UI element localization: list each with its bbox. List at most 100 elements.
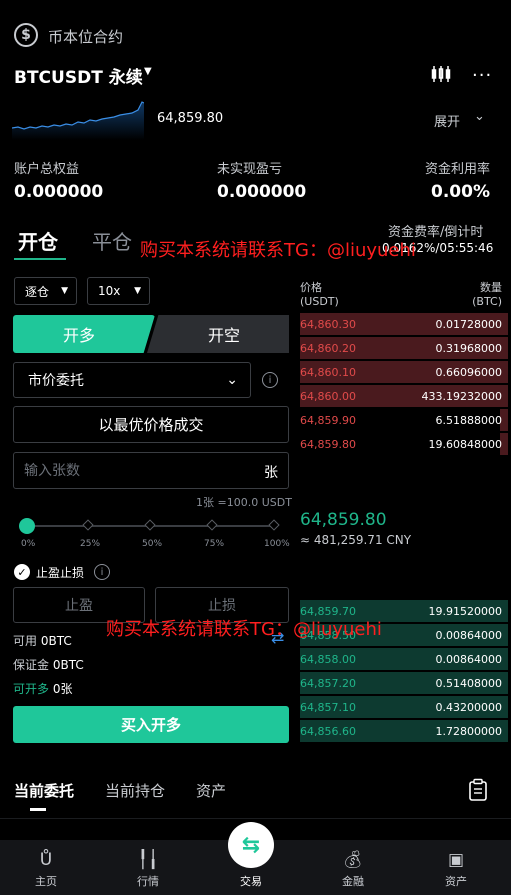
bid-qty: 0.00864000: [435, 653, 502, 666]
bid-qty: 1.72800000: [435, 725, 502, 738]
can-open-label: 可开多: [13, 682, 50, 696]
bid-price: 64,857.10: [300, 701, 356, 714]
price-sparkline: [12, 101, 144, 140]
dollar-circle-icon: $: [14, 23, 38, 47]
can-open-row: 可开多 0张: [13, 680, 72, 697]
tab-close-position[interactable]: 平仓: [92, 226, 132, 255]
divider: [0, 818, 511, 819]
slider-mark-75[interactable]: [206, 519, 218, 531]
leverage-value: 10x: [98, 284, 121, 298]
ask-price: 64,860.10: [300, 366, 356, 379]
watermark: 购买本系统请联系TG：@liuyuehi: [106, 619, 382, 640]
ask-row[interactable]: 64,859.80 19.60848000: [300, 433, 508, 455]
candlestick-icon[interactable]: [431, 64, 451, 84]
clipboard-icon[interactable]: [468, 778, 488, 802]
open-short-tab[interactable]: 开空: [147, 315, 289, 353]
ask-row[interactable]: 64,860.10 0.66096000: [300, 361, 508, 383]
slider-mark-100[interactable]: [268, 519, 280, 531]
mid-price-cny: ≈ 481,259.71 CNY: [300, 533, 412, 547]
nav-finance-label: 金融: [342, 875, 364, 888]
contract-size-note: 1张 =100.0 USDT: [196, 496, 292, 509]
tab-current-orders[interactable]: 当前委托: [14, 780, 74, 801]
equity-label: 账户总权益: [14, 162, 80, 177]
ask-row[interactable]: 64,860.20 0.31968000: [300, 337, 508, 359]
available-row: 可用 0BTC: [13, 632, 72, 649]
more-icon[interactable]: ···: [472, 65, 492, 86]
buy-open-long-button[interactable]: 买入开多: [13, 706, 289, 743]
tab-open-position[interactable]: 开仓: [18, 226, 58, 255]
wallet-icon: ▣: [447, 850, 465, 870]
bid-qty: 0.43200000: [435, 701, 502, 714]
market-icon: ╿╽: [137, 850, 159, 870]
slider-label: 50%: [142, 539, 163, 549]
ask-qty: 19.60848000: [428, 438, 502, 451]
utilization-value: 0.00%: [431, 182, 490, 202]
ask-row[interactable]: 64,859.90 6.51888000: [300, 409, 508, 431]
open-long-tab[interactable]: 开多: [13, 315, 155, 353]
quantity-unit: 张: [264, 465, 278, 481]
ask-price: 64,859.80: [300, 438, 356, 451]
quantity-field[interactable]: 张: [13, 452, 289, 489]
pair-selector[interactable]: BTCUSDT 永续: [14, 63, 143, 88]
bid-row[interactable]: 64,857.10 0.43200000: [300, 696, 508, 718]
tab-positions[interactable]: 当前持仓: [105, 780, 165, 801]
nav-finance[interactable]: 💰︎ 金融: [303, 840, 403, 889]
unrealized-pnl-value: 0.000000: [217, 182, 307, 202]
slider-label: 25%: [80, 539, 101, 549]
best-price-button[interactable]: 以最优价格成交: [13, 406, 289, 443]
margin-mode-select[interactable]: 逐仓 ▼: [14, 277, 77, 305]
check-icon[interactable]: ✓: [14, 564, 30, 580]
bid-row[interactable]: 64,858.00 0.00864000: [300, 648, 508, 670]
utilization-label: 资金利用率: [424, 162, 490, 177]
ask-price: 64,859.90: [300, 414, 356, 427]
caret-down-icon: ▼: [134, 286, 141, 296]
ob-price-unit: (USDT): [300, 295, 339, 308]
slider-mark-50[interactable]: [144, 519, 156, 531]
bid-price: 64,857.20: [300, 677, 356, 690]
tab-assets[interactable]: 资产: [196, 780, 226, 801]
nav-market[interactable]: ╿╽ 行情: [98, 840, 198, 889]
order-type-select[interactable]: 市价委托 ⌄: [13, 362, 251, 398]
chevron-down-icon: ⌄: [226, 372, 238, 388]
chevron-down-icon[interactable]: ⌄: [474, 109, 485, 124]
info-icon[interactable]: i: [94, 564, 110, 580]
available-value: 0BTC: [40, 633, 72, 648]
nav-trade-label: 交易: [240, 875, 262, 888]
bid-row[interactable]: 64,857.20 0.51408000: [300, 672, 508, 694]
trade-icon[interactable]: ⇆: [228, 822, 274, 868]
ob-price-header: 价格 (USDT): [300, 279, 339, 308]
info-icon[interactable]: i: [262, 372, 278, 388]
expand-button[interactable]: 展开: [434, 111, 460, 130]
ask-row[interactable]: 64,860.00 433.19232000: [300, 385, 508, 407]
tab-underline: [30, 808, 46, 811]
watermark: 购买本系统请联系TG：@liuyuehi: [140, 240, 416, 261]
nav-home[interactable]: Ů 主页: [0, 840, 96, 889]
margin-mode-value: 逐仓: [25, 284, 50, 299]
caret-down-icon[interactable]: ▼: [144, 66, 152, 77]
ask-price: 64,860.30: [300, 318, 356, 331]
ob-qty-header: 数量 (BTC): [472, 279, 502, 308]
ask-row[interactable]: 64,860.30 0.01728000: [300, 313, 508, 335]
nav-market-label: 行情: [137, 875, 159, 888]
margin-value: 0BTC: [52, 657, 84, 672]
ob-qty-title: 数量: [480, 281, 502, 294]
ask-price: 64,860.00: [300, 390, 356, 403]
nav-home-label: 主页: [35, 875, 57, 888]
home-icon: Ů: [39, 850, 53, 870]
slider-mark-25[interactable]: [82, 519, 94, 531]
ask-qty: 0.66096000: [435, 366, 502, 379]
tpsl-label[interactable]: 止盈止损: [36, 564, 84, 581]
bid-price: 64,858.00: [300, 653, 356, 666]
bid-qty: 19.91520000: [428, 605, 502, 618]
slider-label: 100%: [264, 539, 290, 549]
leverage-select[interactable]: 10x ▼: [87, 277, 150, 305]
bid-row[interactable]: 64,856.60 1.72800000: [300, 720, 508, 742]
nav-assets[interactable]: ▣ 资产: [406, 840, 506, 889]
quantity-input[interactable]: [14, 453, 234, 488]
spark-price: 64,859.80: [157, 111, 224, 126]
slider-label: 0%: [21, 539, 36, 549]
bid-qty: 0.51408000: [435, 677, 502, 690]
margin-label: 保证金: [13, 658, 50, 672]
slider-knob[interactable]: [19, 518, 35, 534]
slider-label: 75%: [204, 539, 225, 549]
